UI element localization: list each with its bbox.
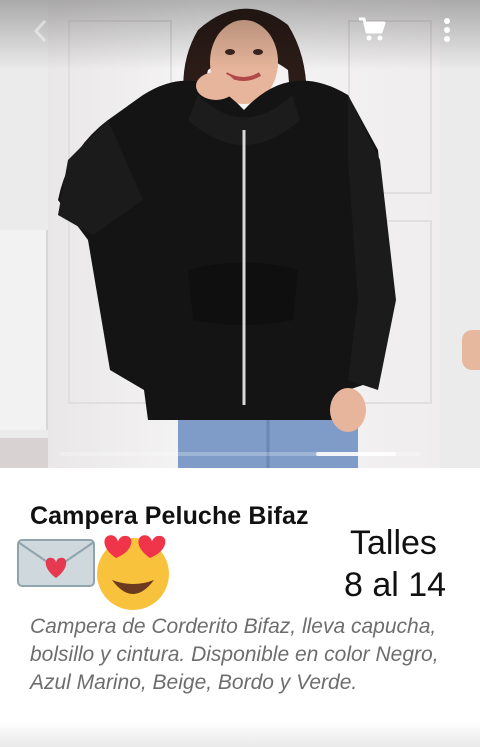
model-in-jacket-illustration bbox=[58, 8, 396, 468]
love-letter-emoji bbox=[16, 536, 96, 588]
product-description: Campera de Corderito Bifaz, lleva capuch… bbox=[30, 615, 439, 694]
image-carousel[interactable] bbox=[0, 0, 480, 468]
product-title: Campera Peluche Bifaz bbox=[30, 502, 309, 530]
next-image-preview[interactable] bbox=[440, 0, 480, 468]
carousel-position-indicator bbox=[316, 452, 396, 456]
more-vertical-icon[interactable] bbox=[432, 14, 462, 46]
sizes-label: Talles 8 al 14 bbox=[344, 522, 474, 606]
chevron-left-icon[interactable] bbox=[28, 16, 52, 46]
sizes-label-line2: 8 al 14 bbox=[344, 566, 447, 604]
sizes-label-line1: Talles bbox=[350, 524, 437, 562]
heart-eyes-emoji bbox=[90, 530, 176, 612]
product-image[interactable] bbox=[48, 0, 440, 468]
shopping-cart-icon[interactable] bbox=[352, 14, 392, 46]
previous-image-preview[interactable] bbox=[0, 0, 48, 468]
